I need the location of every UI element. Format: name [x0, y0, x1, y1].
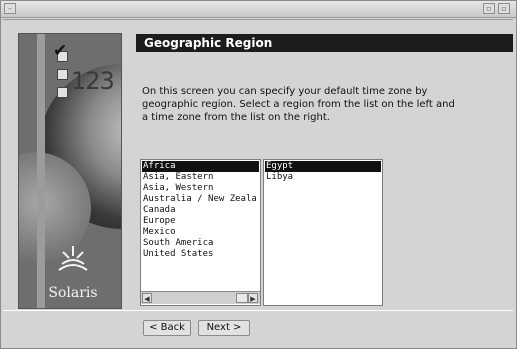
scroll-right-icon[interactable]: ▶: [248, 293, 258, 303]
list-item[interactable]: United States: [142, 249, 259, 260]
list-item[interactable]: Africa: [142, 161, 259, 172]
maximize-icon[interactable]: ▫: [498, 3, 510, 14]
list-item[interactable]: Canada: [142, 205, 259, 216]
list-item[interactable]: Libya: [265, 172, 381, 183]
list-item[interactable]: South America: [142, 238, 259, 249]
scroll-left-icon[interactable]: ◀: [142, 293, 152, 303]
back-button[interactable]: < Back: [143, 320, 191, 336]
progress-checkbox: [57, 87, 68, 98]
instructions-text: On this screen you can specify your defa…: [142, 86, 455, 123]
list-item[interactable]: Egypt: [265, 161, 381, 172]
solaris-wordmark: Solaris: [48, 285, 98, 301]
sun-logo-icon: [58, 246, 88, 271]
side-panel: ✔ 123 Solaris: [18, 33, 122, 309]
progress-number: 123: [71, 67, 115, 95]
list-item[interactable]: Mexico: [142, 227, 259, 238]
region-list-hscrollbar[interactable]: ◀ ▶: [141, 291, 260, 304]
list-item[interactable]: Asia, Western: [142, 183, 259, 194]
list-item[interactable]: Asia, Eastern: [142, 172, 259, 183]
checkmark-icon: ✔: [53, 41, 68, 61]
time-zone-list-items: Egypt Libya: [265, 161, 381, 183]
scroll-thumb[interactable]: [236, 293, 248, 303]
time-zone-list[interactable]: Egypt Libya: [263, 159, 383, 306]
list-item[interactable]: Europe: [142, 216, 259, 227]
region-list[interactable]: Africa Asia, Eastern Asia, Western Australi…: [140, 159, 261, 306]
progress-checkbox: [57, 69, 68, 80]
decorative-stripe: [37, 34, 45, 308]
heading-bar: Geographic Region: [136, 34, 513, 52]
region-list-items: Africa Asia, Eastern Asia, Western Australi…: [142, 161, 259, 260]
list-item[interactable]: Australia / New Zeala: [142, 194, 259, 205]
next-button[interactable]: Next >: [198, 320, 250, 336]
minimize-icon[interactable]: ▫: [483, 3, 495, 14]
window-menu-icon[interactable]: –: [4, 3, 16, 14]
title-bar[interactable]: – ▫ ▫: [1, 1, 516, 18]
page-title: Geographic Region: [144, 36, 273, 50]
